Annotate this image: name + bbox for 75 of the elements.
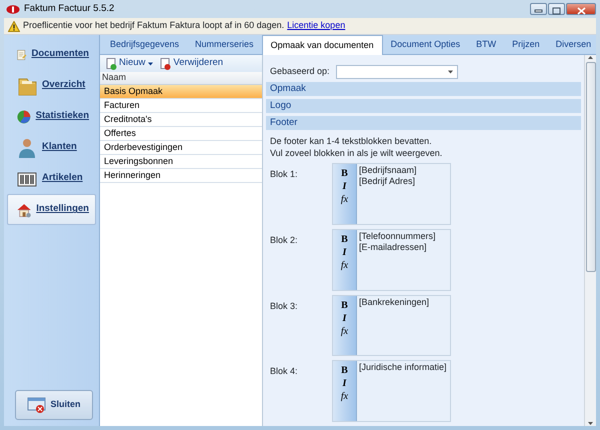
scroll-thumb[interactable] bbox=[586, 62, 596, 272]
text-block-editor[interactable]: [Telefoonnummers] [E-mailadressen] bbox=[357, 230, 450, 290]
bold-button[interactable]: B bbox=[341, 366, 348, 376]
window-title: Faktum Factuur 5.5.2 bbox=[24, 2, 114, 16]
editor-line: [Juridische informatie] bbox=[359, 362, 448, 374]
text-block-editor[interactable]: [Bankrekeningen] bbox=[357, 296, 450, 356]
block-label: Blok 2: bbox=[270, 234, 299, 247]
list-row[interactable]: Creditnota's bbox=[100, 113, 262, 127]
person-icon bbox=[16, 136, 38, 158]
tab[interactable]: Document Opties bbox=[382, 35, 468, 54]
italic-button[interactable]: I bbox=[342, 182, 346, 192]
bold-button[interactable]: B bbox=[341, 169, 348, 179]
tab[interactable]: BTW bbox=[468, 35, 504, 54]
text-block-editor[interactable]: [Juridische informatie] bbox=[357, 361, 450, 421]
close-button[interactable] bbox=[566, 3, 596, 15]
add-document-icon bbox=[106, 58, 117, 70]
list-row[interactable]: Basis Opmaak bbox=[100, 85, 262, 99]
section-header[interactable]: Logo bbox=[266, 99, 581, 113]
delete-document-icon bbox=[160, 58, 172, 70]
list-row[interactable]: Leveringsbonnen bbox=[100, 155, 262, 169]
app-logo-icon bbox=[6, 4, 20, 14]
scrollbar[interactable] bbox=[584, 55, 596, 426]
list-row[interactable]: Facturen bbox=[100, 99, 262, 113]
maximize-button[interactable] bbox=[548, 3, 565, 15]
block-label: Blok 1: bbox=[270, 168, 299, 181]
editor-line: [E-mailadressen] bbox=[359, 242, 428, 253]
column-header[interactable]: Naam bbox=[100, 72, 262, 85]
minimize-button[interactable] bbox=[530, 3, 547, 15]
sidebar-item[interactable]: Overzicht bbox=[7, 70, 96, 101]
field-label: Gebaseerd op: bbox=[270, 65, 330, 78]
formula-button[interactable]: fx bbox=[340, 392, 348, 402]
block-label: Blok 4: bbox=[270, 365, 299, 378]
list-row[interactable]: Herinneringen bbox=[100, 169, 262, 183]
close-app-button[interactable]: Sluiten bbox=[15, 390, 93, 420]
formula-button[interactable]: fx bbox=[340, 260, 348, 271]
formula-button[interactable]: fx bbox=[340, 195, 348, 205]
editor-line: [Bedrijf Adres] bbox=[359, 176, 416, 187]
minimize-icon bbox=[534, 8, 543, 14]
italic-button[interactable]: I bbox=[342, 379, 346, 390]
sidebar-item[interactable]: Klanten bbox=[7, 132, 96, 163]
sidebar-item[interactable]: Instellingen bbox=[7, 194, 96, 225]
tab[interactable]: Nummerseries bbox=[187, 35, 262, 54]
window-close-icon bbox=[27, 396, 48, 414]
block-label: Blok 3: bbox=[270, 300, 299, 312]
list-row[interactable]: Orderbevestigingen bbox=[100, 141, 262, 155]
close-icon bbox=[576, 6, 586, 15]
scroll-down-icon bbox=[587, 421, 594, 426]
section-header[interactable]: Footer bbox=[266, 116, 581, 130]
sidebar-item[interactable]: Statistieken bbox=[7, 101, 96, 132]
buy-license-link[interactable]: Licentie kopen bbox=[287, 19, 346, 33]
description-text: Vul zoveel blokken in als je wilt weergeven. bbox=[270, 147, 444, 159]
new-button[interactable]: Nieuw bbox=[106, 56, 154, 71]
sidebar-item[interactable]: Artikelen bbox=[7, 163, 96, 194]
description-text: De footer kan 1-4 tekstblokken bevatten. bbox=[270, 135, 433, 147]
notice-text: Proeflicentie voor het bedrijf Faktum Faktura loopt af in 60 dagen. bbox=[23, 19, 284, 32]
tab[interactable]: Diversen bbox=[548, 35, 600, 54]
editor-line: [Telefoonnummers] bbox=[359, 230, 437, 242]
italic-button[interactable]: I bbox=[342, 248, 346, 258]
section-header[interactable]: Opmaak bbox=[266, 82, 581, 96]
caret-icon bbox=[446, 70, 454, 74]
editor-line: [Bedrijfsnaam] bbox=[359, 165, 418, 176]
editor-line: [Bankrekeningen] bbox=[359, 296, 430, 308]
maximize-icon bbox=[552, 6, 561, 15]
bold-button[interactable]: B bbox=[341, 234, 348, 245]
list-row[interactable]: Offertes bbox=[100, 127, 262, 141]
tab[interactable]: Prijzen bbox=[504, 35, 548, 54]
sidebar-item[interactable]: Documenten bbox=[7, 39, 96, 70]
formula-button[interactable]: fx bbox=[340, 326, 348, 336]
tab[interactable]: Bedrijfsgegevens bbox=[102, 35, 188, 54]
delete-button[interactable]: Verwijderen bbox=[160, 56, 224, 71]
text-block-editor[interactable]: [Bedrijfsnaam] [Bedrijf Adres] bbox=[357, 164, 450, 224]
bold-button[interactable]: B bbox=[341, 300, 348, 310]
italic-button[interactable]: I bbox=[342, 314, 346, 324]
warning-icon bbox=[8, 20, 20, 32]
tab[interactable]: Opmaak van documenten bbox=[262, 35, 383, 55]
